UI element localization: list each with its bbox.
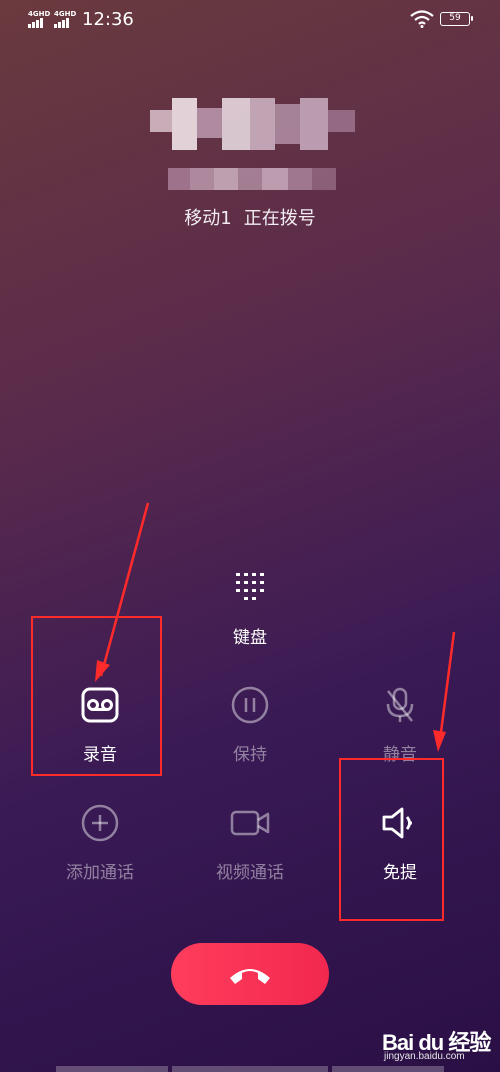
add-call-button[interactable]: 添加通话 xyxy=(35,803,165,883)
call-state-label: 正在拨号 xyxy=(243,208,316,229)
video-call-button[interactable]: 视频通话 xyxy=(185,803,315,883)
battery-level: 59 xyxy=(449,13,461,23)
add-call-label: 添加通话 xyxy=(66,863,134,883)
caller-number-pixelated xyxy=(168,168,336,190)
nav-bar-segment-right[interactable] xyxy=(332,1066,444,1072)
hold-label: 保持 xyxy=(233,745,267,765)
nav-bar-segment-center[interactable] xyxy=(172,1066,328,1072)
mic-off-icon xyxy=(386,687,414,722)
call-status: 移动1 正在拨号 xyxy=(0,204,500,230)
pause-icon xyxy=(231,686,269,724)
phone-hangup-icon xyxy=(230,969,270,984)
mute-button[interactable]: 静音 xyxy=(335,685,465,765)
plus-circle-icon xyxy=(81,804,119,842)
baidu-jingyan-watermark: Bai du 经验 jingyan.baidu.com xyxy=(382,1025,492,1065)
keypad-button[interactable]: 键盘 xyxy=(185,568,315,648)
wifi-icon xyxy=(410,10,434,28)
clock: 12:36 xyxy=(82,9,134,30)
sim2-signal-icon: 4GHD xyxy=(54,10,76,28)
annotation-box-speaker xyxy=(339,758,444,921)
video-camera-icon xyxy=(230,810,270,836)
battery-icon: 59 xyxy=(440,12,473,26)
video-call-label: 视频通话 xyxy=(216,863,284,883)
carrier-label: 移动1 xyxy=(184,208,232,229)
status-bar: 4GHD 4GHD 12:36 59 xyxy=(0,0,500,40)
caller-name-pixelated xyxy=(150,98,355,150)
watermark-url: jingyan.baidu.com xyxy=(384,1051,465,1062)
keypad-label: 键盘 xyxy=(233,628,267,648)
dialpad-icon xyxy=(236,573,264,600)
sim1-signal-icon: 4GHD xyxy=(28,10,50,28)
nav-bar-segment-left[interactable] xyxy=(56,1066,168,1072)
annotation-box-record xyxy=(31,616,162,776)
end-call-button[interactable] xyxy=(171,943,329,1005)
sim2-network-type: 4GHD xyxy=(54,10,77,18)
hold-button[interactable]: 保持 xyxy=(185,685,315,765)
sim1-network-type: 4GHD xyxy=(28,10,51,18)
